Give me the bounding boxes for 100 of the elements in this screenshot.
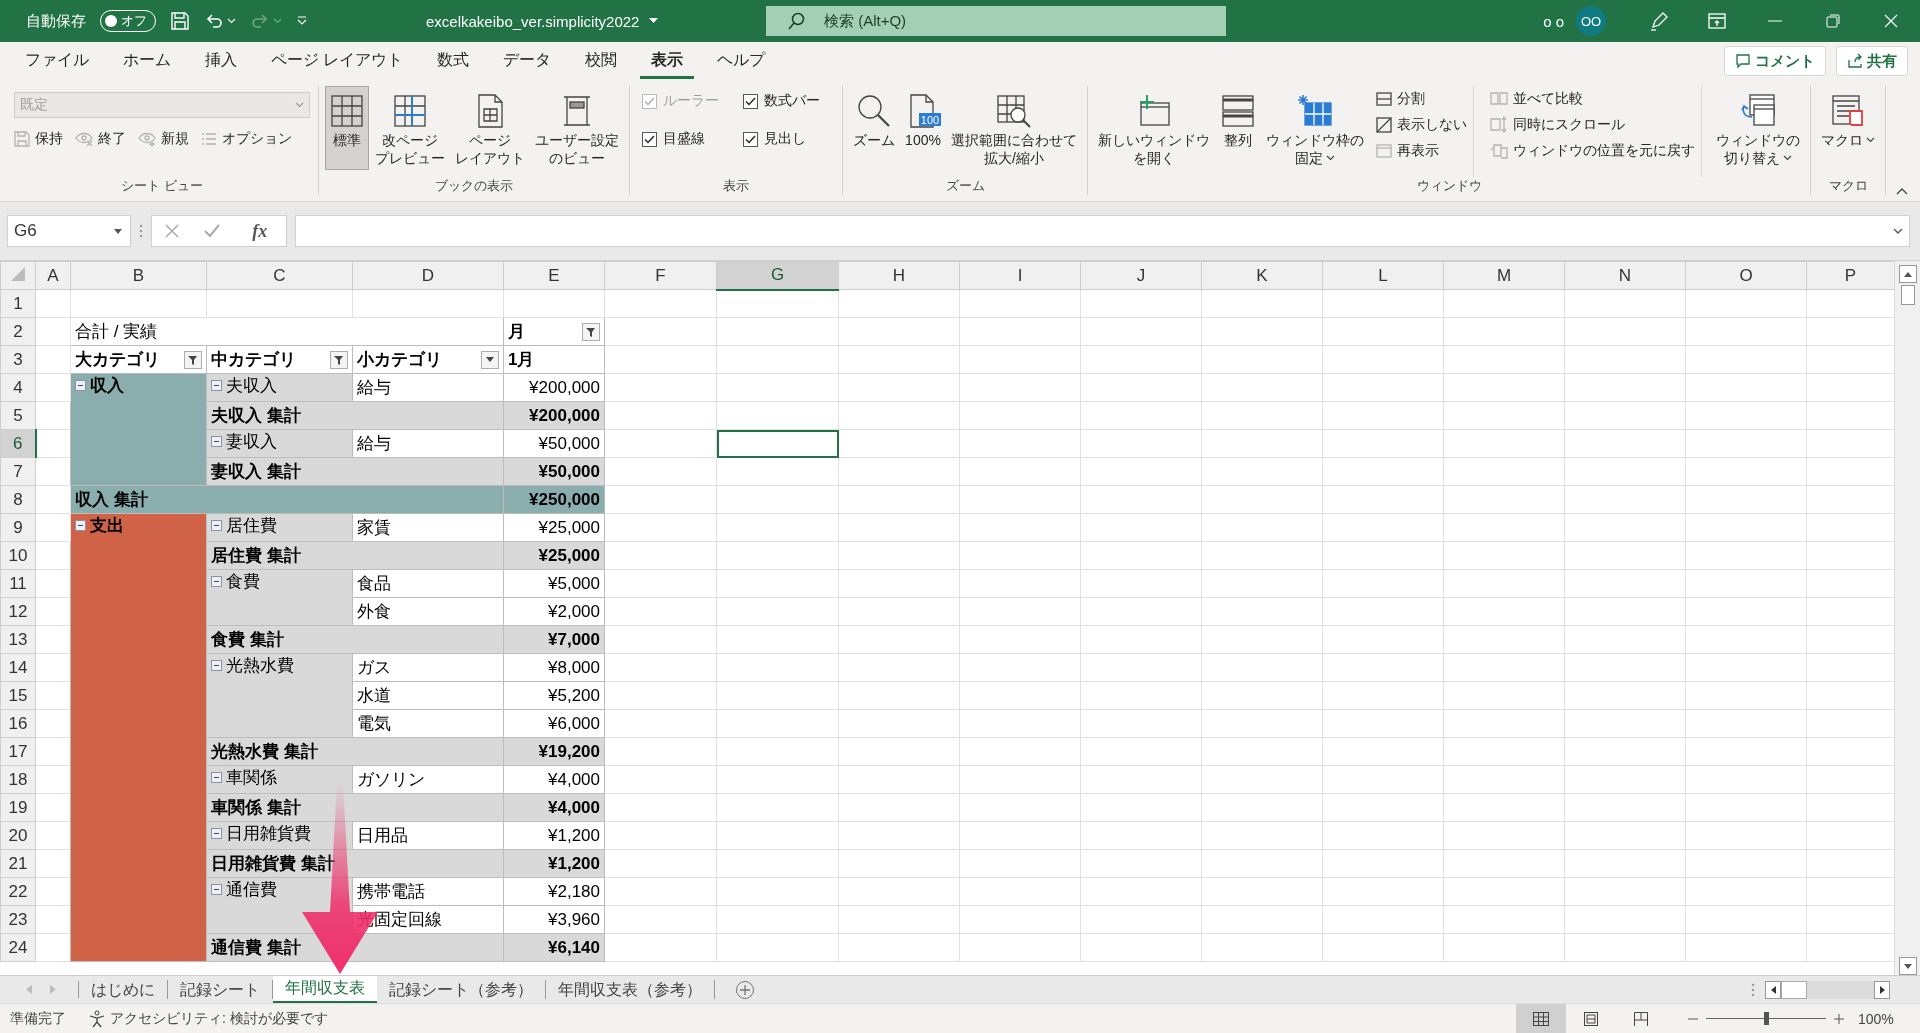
- column-header[interactable]: B: [70, 261, 207, 290]
- ribbon-button[interactable]: ウィンドウの 切り替え: [1712, 86, 1804, 172]
- column-header[interactable]: C: [206, 261, 353, 290]
- menu-tab[interactable]: ホーム: [112, 43, 182, 79]
- cell-text: 中カテゴリ: [211, 349, 296, 371]
- row-header[interactable]: 11: [0, 569, 36, 598]
- status-text: 準備完了: [10, 1009, 66, 1028]
- table-cell: ¥7,000: [503, 625, 605, 654]
- menu-tab[interactable]: ヘルプ: [706, 43, 777, 79]
- avatar[interactable]: OO: [1576, 6, 1606, 36]
- table-cell: 給与: [352, 429, 504, 458]
- column-header[interactable]: I: [959, 261, 1081, 290]
- group-label: ブックの表示: [434, 177, 514, 195]
- menu-tab[interactable]: データ: [492, 43, 563, 79]
- ribbon-button[interactable]: 新しいウィンドウ を開く: [1094, 86, 1214, 172]
- cell-text: 小カテゴリ: [357, 349, 442, 371]
- menu-tab[interactable]: ページ レイアウト: [260, 43, 415, 79]
- table-cell: 妻収入 集計: [206, 457, 504, 486]
- row-header[interactable]: 18: [0, 765, 36, 794]
- column-header[interactable]: F: [604, 261, 717, 290]
- row-header[interactable]: 6: [0, 429, 36, 458]
- ribbon-button[interactable]: 表示しない: [1376, 116, 1467, 134]
- row-header[interactable]: 19: [0, 793, 36, 822]
- table-cell: 収入 集計: [70, 485, 504, 514]
- table-cell: ガソリン: [352, 765, 504, 794]
- row-header[interactable]: 4: [0, 373, 36, 402]
- row-header[interactable]: 23: [0, 905, 36, 934]
- ribbon-button[interactable]: 100 100%: [901, 86, 945, 170]
- checkbox[interactable]: 数式バー: [743, 92, 820, 110]
- column-header[interactable]: A: [35, 261, 71, 290]
- menu-tab[interactable]: 数式: [426, 43, 481, 79]
- ribbon-button[interactable]: ユーザー設定 のビュー: [531, 86, 623, 172]
- column-header[interactable]: P: [1806, 261, 1894, 290]
- row-header[interactable]: 9: [0, 513, 36, 542]
- ribbon-button[interactable]: ページ レイアウト: [451, 86, 529, 172]
- cell-text: 収入: [90, 375, 124, 397]
- row-header[interactable]: 13: [0, 625, 36, 654]
- sheet-tab[interactable]: 年間収支表（参考）: [546, 980, 715, 999]
- checkbox[interactable]: 目盛線: [642, 130, 719, 148]
- zoom-level[interactable]: 100%: [1858, 1010, 1920, 1027]
- row-header[interactable]: 10: [0, 541, 36, 570]
- row-header[interactable]: 8: [0, 485, 36, 514]
- column-header[interactable]: E: [503, 261, 605, 290]
- column-header[interactable]: M: [1443, 261, 1565, 290]
- group-label: 表示: [722, 177, 750, 195]
- table-cell: ¥19,200: [503, 737, 605, 766]
- row-header[interactable]: 14: [0, 653, 36, 682]
- comment-button[interactable]: コメント: [1724, 46, 1826, 76]
- row-header[interactable]: 16: [0, 709, 36, 738]
- ribbon-button[interactable]: ズーム: [849, 86, 899, 170]
- column-header[interactable]: O: [1685, 261, 1807, 290]
- user-name: o o: [1543, 12, 1564, 30]
- menu-tab[interactable]: ファイル: [14, 43, 100, 79]
- sheet-tab[interactable]: 記録シート（参考）: [377, 980, 546, 999]
- group-label: ズーム: [944, 177, 986, 195]
- cell-text: 妻収入: [226, 431, 277, 453]
- ribbon-button[interactable]: 分割: [1376, 90, 1467, 108]
- insert-function-button[interactable]: fx: [246, 219, 274, 243]
- table-cell: ¥6,140: [503, 933, 605, 962]
- column-header[interactable]: L: [1322, 261, 1444, 290]
- column-header[interactable]: D: [352, 261, 504, 290]
- ribbon-button[interactable]: 改ページ プレビュー: [371, 86, 449, 172]
- row-header[interactable]: 17: [0, 737, 36, 766]
- name-box[interactable]: G6: [7, 215, 131, 247]
- row-header[interactable]: 5: [0, 401, 36, 430]
- file-name: excelkakeibo_ver.simplicity2022: [426, 12, 640, 30]
- table-cell: 電気: [352, 709, 504, 738]
- row-header[interactable]: 15: [0, 681, 36, 710]
- accessibility-status[interactable]: アクセシビリティ: 検討が必要です: [110, 1009, 328, 1028]
- row-header[interactable]: 1: [0, 289, 36, 318]
- column-header[interactable]: J: [1080, 261, 1202, 290]
- table-cell: 食品: [352, 569, 504, 598]
- column-header[interactable]: H: [838, 261, 960, 290]
- table-cell: 居住費 集計: [206, 541, 504, 570]
- menu-tab[interactable]: 校閲: [574, 43, 629, 79]
- ribbon-button[interactable]: マクロ: [1817, 86, 1879, 170]
- row-header[interactable]: 12: [0, 597, 36, 626]
- row-header[interactable]: 2: [0, 317, 36, 346]
- row-header[interactable]: 7: [0, 457, 36, 486]
- checkbox[interactable]: 見出し: [743, 130, 820, 148]
- sheet-tab[interactable]: 年間収支表: [273, 976, 377, 1003]
- column-header[interactable]: K: [1201, 261, 1323, 290]
- row-header[interactable]: 20: [0, 821, 36, 850]
- row-header[interactable]: 21: [0, 849, 36, 878]
- cell-text: 車関係: [226, 767, 277, 789]
- sheet-tab[interactable]: はじめに: [79, 980, 168, 999]
- row-header[interactable]: 24: [0, 933, 36, 962]
- row-header[interactable]: 3: [0, 345, 36, 374]
- column-header[interactable]: G: [716, 261, 839, 290]
- ribbon-button[interactable]: ウィンドウ枠の 固定: [1262, 86, 1368, 172]
- ribbon-button[interactable]: 標準: [325, 86, 369, 170]
- table-cell: ¥200,000: [503, 373, 605, 402]
- column-header[interactable]: N: [1564, 261, 1686, 290]
- menu-tab[interactable]: 挿入: [194, 43, 248, 79]
- ribbon-button[interactable]: 選択範囲に合わせて 拡大/縮小: [947, 86, 1081, 172]
- ribbon-button[interactable]: 整列: [1216, 86, 1260, 170]
- search-field[interactable]: 検索 (Alt+Q): [766, 6, 1226, 36]
- row-header[interactable]: 22: [0, 877, 36, 906]
- table-cell: ¥50,000: [503, 457, 605, 486]
- share-button[interactable]: 共有: [1836, 46, 1908, 76]
